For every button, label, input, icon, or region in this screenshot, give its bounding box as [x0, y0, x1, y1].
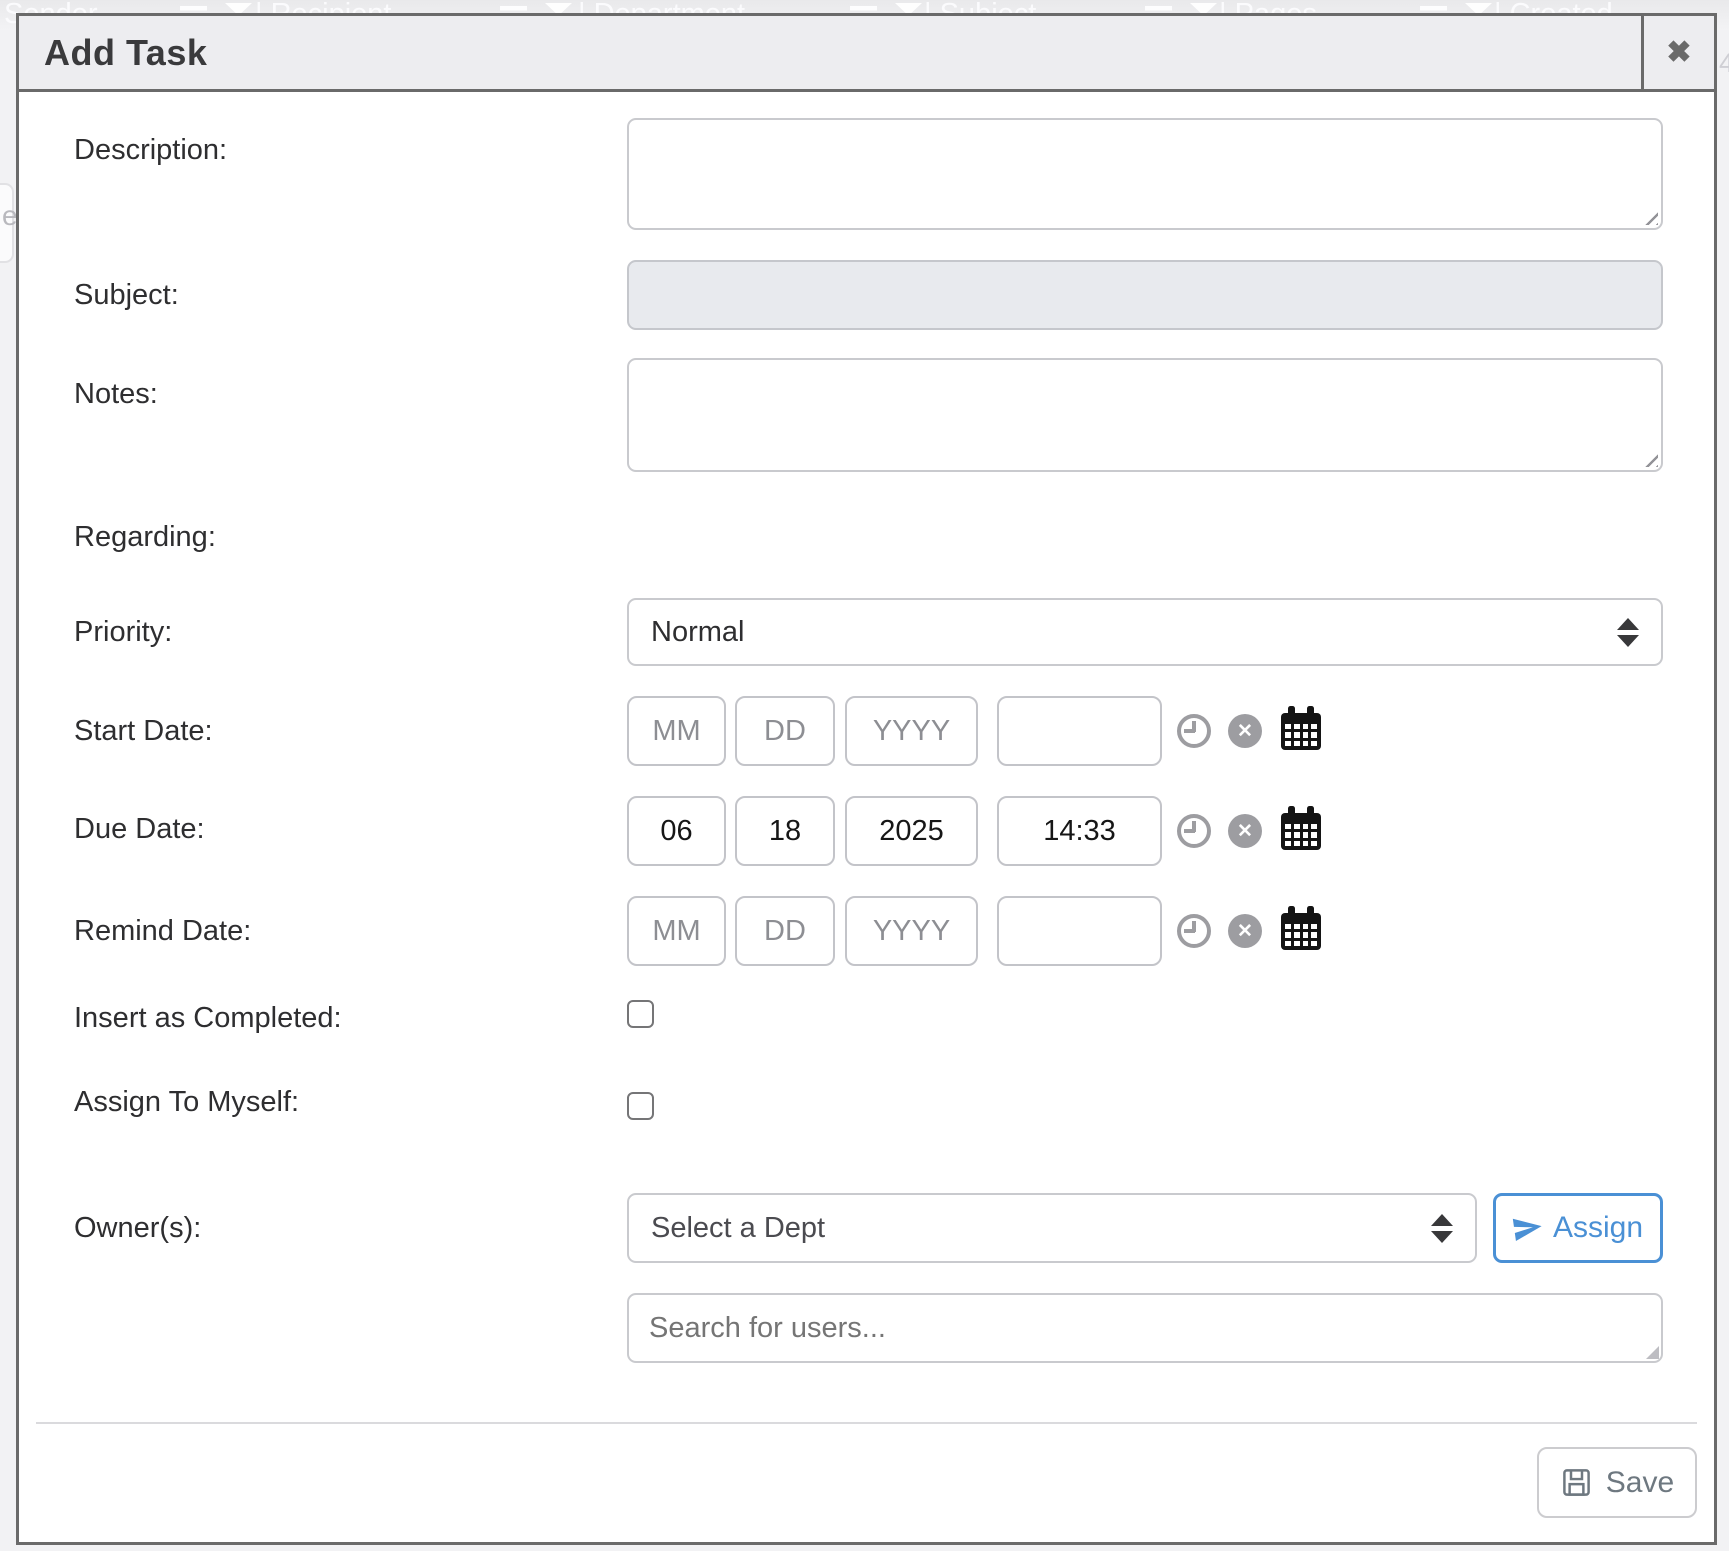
- start-date-month-input[interactable]: [627, 696, 726, 766]
- start-date-day-input[interactable]: [735, 696, 835, 766]
- owners-search-input[interactable]: [627, 1293, 1663, 1363]
- priority-select[interactable]: Normal: [627, 598, 1663, 666]
- due-date-label: Due Date:: [74, 812, 205, 846]
- owners-dept-select[interactable]: Select a Dept: [627, 1193, 1477, 1263]
- description-label: Description:: [74, 133, 227, 167]
- time-picker-icon[interactable]: [1177, 814, 1211, 848]
- due-date-year-input[interactable]: [845, 796, 978, 866]
- bg-partial-text: 4: [1719, 48, 1729, 79]
- due-date-row: ✕: [627, 796, 1347, 866]
- time-picker-icon[interactable]: [1177, 914, 1211, 948]
- calendar-icon[interactable]: [1281, 813, 1321, 850]
- due-date-day-input[interactable]: [735, 796, 835, 866]
- due-date-month-input[interactable]: [627, 796, 726, 866]
- notes-input[interactable]: [627, 358, 1663, 472]
- assign-button-label: Assign: [1553, 1211, 1643, 1245]
- close-button[interactable]: ✖: [1641, 16, 1714, 89]
- start-date-label: Start Date:: [74, 714, 213, 748]
- start-date-row: ✕: [627, 696, 1347, 766]
- floppy-disk-icon: [1560, 1466, 1593, 1499]
- footer-divider: [36, 1422, 1697, 1424]
- clear-date-icon[interactable]: ✕: [1228, 914, 1262, 948]
- assign-to-myself-checkbox[interactable]: [627, 1092, 654, 1120]
- notes-field: [627, 358, 1663, 472]
- subject-input: [627, 260, 1663, 330]
- owners-search-field: [627, 1293, 1663, 1363]
- select-arrows-icon: [1617, 618, 1639, 647]
- subject-label: Subject:: [74, 278, 179, 312]
- description-input[interactable]: [627, 118, 1663, 230]
- clear-date-icon[interactable]: ✕: [1228, 714, 1262, 748]
- dialog-body: Description: Subject: Notes: Regarding: …: [19, 95, 1714, 1542]
- save-button[interactable]: Save: [1537, 1447, 1697, 1518]
- remind-date-time-input[interactable]: [997, 896, 1162, 966]
- remind-date-row: ✕: [627, 896, 1347, 966]
- owners-dept-selected-value: Select a Dept: [651, 1212, 1419, 1245]
- calendar-grid: [1285, 724, 1317, 746]
- add-task-dialog: Add Task ✖ Description: Subject: Notes:: [16, 13, 1717, 1545]
- remind-date-label: Remind Date:: [74, 914, 251, 948]
- calendar-icon[interactable]: [1281, 913, 1321, 950]
- close-icon: ✖: [1666, 35, 1691, 70]
- page: Sender Recipient Department Subject Page…: [0, 0, 1729, 1551]
- calendar-icon[interactable]: [1281, 713, 1321, 750]
- calendar-grid: [1285, 824, 1317, 846]
- remind-date-month-input[interactable]: [627, 896, 726, 966]
- remind-date-day-input[interactable]: [735, 896, 835, 966]
- dialog-title: Add Task: [19, 32, 207, 74]
- assign-button[interactable]: Assign: [1493, 1193, 1663, 1263]
- priority-selected-value: Normal: [651, 616, 1605, 649]
- regarding-label: Regarding:: [74, 520, 216, 554]
- calendar-grid: [1285, 924, 1317, 946]
- assign-to-myself-label: Assign To Myself:: [74, 1085, 299, 1119]
- description-field: [627, 118, 1663, 230]
- owners-label: Owner(s):: [74, 1211, 201, 1245]
- start-date-year-input[interactable]: [845, 696, 978, 766]
- remind-date-year-input[interactable]: [845, 896, 978, 966]
- priority-label: Priority:: [74, 615, 172, 649]
- notes-label: Notes:: [74, 377, 158, 411]
- clear-date-icon[interactable]: ✕: [1228, 814, 1262, 848]
- insert-as-completed-label: Insert as Completed:: [74, 1001, 342, 1035]
- dialog-header: Add Task ✖: [19, 16, 1714, 92]
- time-picker-icon[interactable]: [1177, 714, 1211, 748]
- save-button-label: Save: [1606, 1466, 1674, 1500]
- start-date-time-input[interactable]: [997, 696, 1162, 766]
- due-date-time-input[interactable]: [997, 796, 1162, 866]
- insert-as-completed-checkbox[interactable]: [627, 1000, 654, 1028]
- select-arrows-icon: [1431, 1214, 1453, 1243]
- paper-plane-icon: [1511, 1211, 1545, 1245]
